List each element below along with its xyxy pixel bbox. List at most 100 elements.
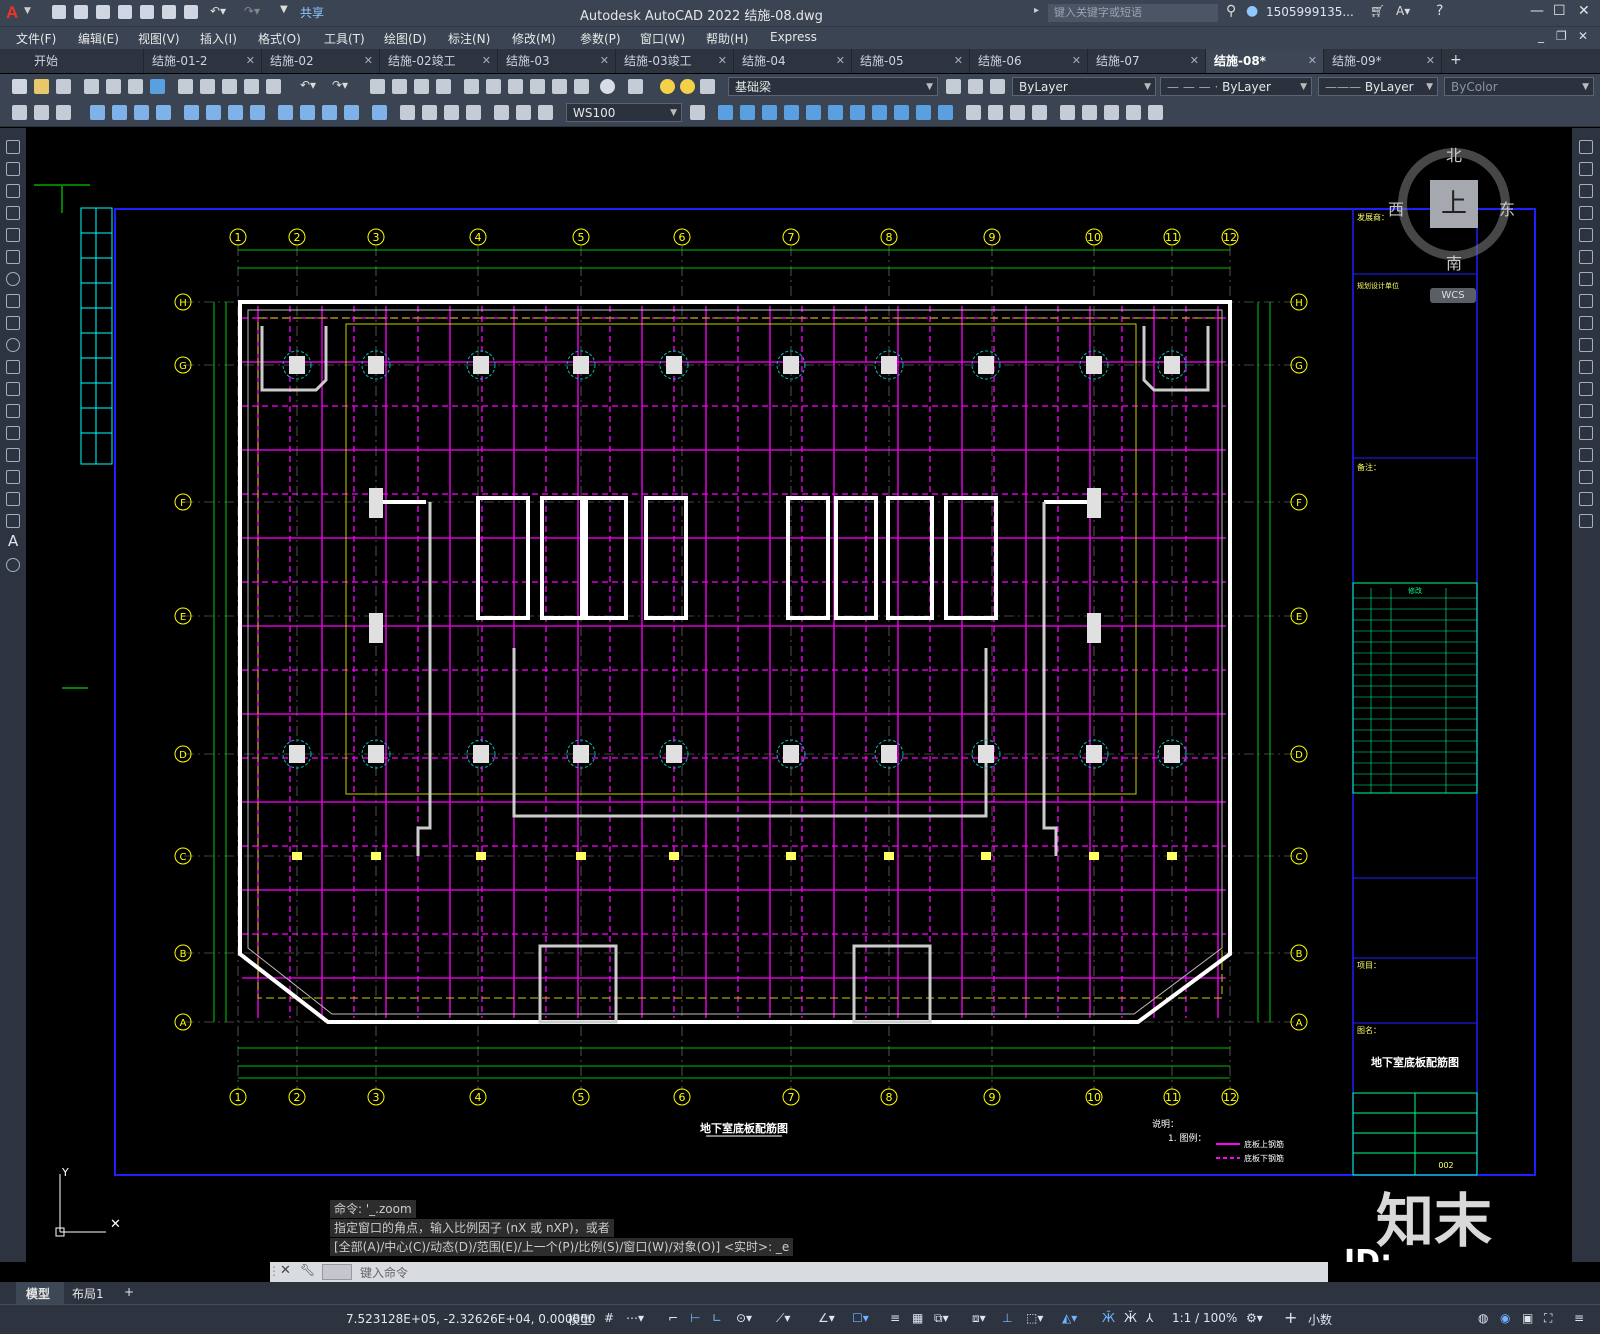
- annotation-scale-value[interactable]: 1:1 / 100%: [1172, 1311, 1237, 1325]
- join-icon[interactable]: [1579, 426, 1593, 440]
- 3d-tool-icon[interactable]: [806, 105, 821, 120]
- menu-window[interactable]: 窗口(W): [640, 30, 685, 47]
- selection-filter-icon[interactable]: ⬚▾: [1026, 1311, 1043, 1325]
- tool-palettes-icon[interactable]: [508, 79, 523, 94]
- user-icon[interactable]: ●: [1246, 3, 1258, 19]
- open-icon[interactable]: [34, 79, 49, 94]
- table-icon[interactable]: [6, 514, 20, 528]
- command-input[interactable]: 键入命令: [360, 1264, 408, 1281]
- ellipse-icon[interactable]: [6, 338, 20, 352]
- selection-cycling-icon[interactable]: ⧉▾: [934, 1311, 949, 1326]
- line-icon[interactable]: [6, 140, 20, 154]
- open-web-icon[interactable]: [140, 5, 154, 19]
- 3d-print-icon[interactable]: [150, 79, 165, 94]
- layer-freeze-icon[interactable]: [680, 79, 695, 94]
- quickcalc-icon[interactable]: [574, 79, 589, 94]
- tool-icon[interactable]: [56, 105, 71, 120]
- grip-handle-icon[interactable]: ⋮: [268, 1264, 280, 1278]
- design-center-icon[interactable]: [486, 79, 501, 94]
- new-file-icon[interactable]: [52, 5, 66, 19]
- tab-close-icon[interactable]: ✕: [246, 49, 255, 73]
- annotation-visibility-icon[interactable]: Ӂ: [1102, 1311, 1115, 1325]
- 3d-tool-icon[interactable]: [740, 105, 755, 120]
- coordinates-readout[interactable]: 7.523128E+05, -2.32626E+04, 0.000000: [346, 1312, 596, 1326]
- save-web-icon[interactable]: [162, 5, 176, 19]
- visual-style-icon[interactable]: [966, 105, 981, 120]
- tab-close-icon[interactable]: ✕: [1308, 49, 1317, 73]
- multiline-text-icon[interactable]: A: [8, 532, 18, 550]
- baseline-dimension-icon[interactable]: [300, 105, 315, 120]
- viewcube-north[interactable]: 北: [1446, 142, 1462, 166]
- tab-close-icon[interactable]: ✕: [1072, 49, 1081, 73]
- doc-minimize-icon[interactable]: _: [1538, 29, 1544, 43]
- save-icon[interactable]: [56, 79, 71, 94]
- gizmo-icon[interactable]: ◭▾: [1062, 1311, 1077, 1325]
- publish-icon[interactable]: [128, 79, 143, 94]
- menu-insert[interactable]: 插入(I): [200, 30, 237, 47]
- tab-start[interactable]: 开始: [26, 49, 144, 73]
- rectangle-icon[interactable]: [6, 228, 20, 242]
- circle-icon[interactable]: [6, 272, 20, 286]
- 3d-tool-icon[interactable]: [894, 105, 909, 120]
- lock-ui-icon[interactable]: ◉: [1500, 1311, 1510, 1325]
- layer-state-icon[interactable]: [990, 79, 1005, 94]
- tool-icon[interactable]: [34, 105, 49, 120]
- autodesk-account-icon[interactable]: A▾: [1396, 4, 1410, 18]
- open-file-icon[interactable]: [74, 5, 88, 19]
- help-icon[interactable]: ?: [1436, 3, 1443, 19]
- angular-dimension-icon[interactable]: [250, 105, 265, 120]
- 3d-tool-icon[interactable]: [762, 105, 777, 120]
- layer-on-icon[interactable]: [660, 79, 675, 94]
- jogged-linear-icon[interactable]: [466, 105, 481, 120]
- radius-dimension-icon[interactable]: [184, 105, 199, 120]
- doc-restore-icon[interactable]: ❐: [1556, 29, 1567, 43]
- fillet-icon[interactable]: [1579, 470, 1593, 484]
- pan-icon[interactable]: [370, 79, 385, 94]
- center-mark-icon[interactable]: [422, 105, 437, 120]
- tab-file[interactable]: 结施-06 ✕: [970, 49, 1088, 73]
- 3d-tool-icon[interactable]: [784, 105, 799, 120]
- viewcube-south[interactable]: 南: [1446, 250, 1462, 274]
- lineweight-icon[interactable]: ≡: [890, 1311, 900, 1325]
- command-close-icon[interactable]: ✕: [280, 1263, 291, 1278]
- plot-icon[interactable]: [184, 5, 198, 19]
- block-editor-icon[interactable]: [266, 79, 281, 94]
- revision-cloud-icon[interactable]: [6, 294, 20, 308]
- menu-express[interactable]: Express: [770, 30, 817, 44]
- close-icon[interactable]: ✕: [1578, 3, 1590, 19]
- quick-dimension-icon[interactable]: [278, 105, 293, 120]
- tab-close-icon[interactable]: ✕: [600, 49, 609, 73]
- move-icon[interactable]: [1579, 250, 1593, 264]
- hatch-icon[interactable]: [6, 448, 20, 462]
- 3d-osnap-icon[interactable]: ⧈▾: [972, 1311, 986, 1326]
- customize-chevron-icon[interactable]: ▼: [280, 4, 288, 15]
- tool-icon[interactable]: [12, 105, 27, 120]
- scale-icon[interactable]: [1579, 294, 1593, 308]
- new-layout-icon[interactable]: +: [124, 1285, 134, 1299]
- menu-edit[interactable]: 编辑(E): [78, 30, 119, 47]
- menu-dimension[interactable]: 标注(N): [448, 30, 490, 47]
- 3d-tool-icon[interactable]: [828, 105, 843, 120]
- 3d-tool-icon[interactable]: [938, 105, 953, 120]
- trim-icon[interactable]: [1579, 338, 1593, 352]
- search-expand-icon[interactable]: ▸: [1034, 5, 1039, 16]
- new-tab-icon[interactable]: +: [1450, 52, 1462, 68]
- point-icon[interactable]: [6, 426, 20, 440]
- make-block-icon[interactable]: [6, 404, 20, 418]
- rotate-icon[interactable]: [1579, 272, 1593, 286]
- menu-view[interactable]: 视图(V): [138, 30, 180, 47]
- paste-icon[interactable]: [222, 79, 237, 94]
- erase-icon[interactable]: [1579, 140, 1593, 154]
- recent-commands-dropdown[interactable]: [322, 1264, 352, 1280]
- tab-close-icon[interactable]: ✕: [482, 49, 491, 73]
- viewcube-east[interactable]: 东: [1499, 196, 1515, 220]
- render-icon[interactable]: [1082, 105, 1097, 120]
- 3d-tool-icon[interactable]: [850, 105, 865, 120]
- drawing-canvas[interactable]: 1 1 2 2 3 3 4 4 5 5 6 6 7 7 8 8 9 9 10 10 11 11 12 12 H H G G F F E E D D…: [26, 128, 1572, 1262]
- object-snap-icon[interactable]: ☐▾: [852, 1311, 869, 1325]
- lineweight-dropdown[interactable]: ——— ByLayer ▼: [1318, 77, 1438, 96]
- aligned-dimension-icon[interactable]: [112, 105, 127, 120]
- object-snap-tracking-icon[interactable]: ∠▾: [818, 1311, 835, 1325]
- layer-dropdown[interactable]: 基础梁 ▼: [728, 77, 938, 96]
- array-icon[interactable]: [1579, 228, 1593, 242]
